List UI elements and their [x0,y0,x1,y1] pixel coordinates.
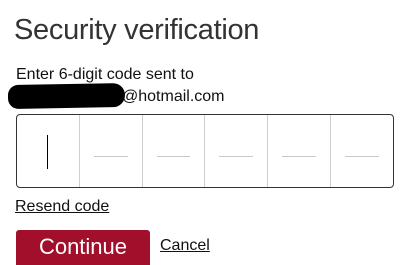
text-caret [47,135,48,169]
cancel-link[interactable]: Cancel [160,237,210,255]
code-digit-1[interactable] [17,115,79,187]
verification-code-input[interactable] [16,114,394,188]
security-verification-page: Security verification Enter 6-digit code… [0,0,417,265]
code-digit-6[interactable] [330,115,393,187]
digit-placeholder-dash [282,156,317,157]
code-digit-2[interactable] [78,115,142,187]
code-digit-3[interactable] [141,115,205,187]
email-domain: @hotmail.com [122,88,225,105]
code-digit-5[interactable] [267,115,330,187]
page-title: Security verification [14,14,260,46]
digit-placeholder-dash [219,156,254,157]
digit-placeholder-dash [156,156,191,157]
code-digit-4[interactable] [204,115,267,187]
continue-button[interactable]: Continue [16,230,150,265]
code-instructions: Enter 6-digit code sent to [16,66,194,83]
redacted-email-user [7,82,126,110]
email-address: @hotmail.com [7,82,225,110]
digit-placeholder-dash [345,156,379,157]
resend-code-link[interactable]: Resend code [15,198,109,216]
digit-placeholder-dash [93,156,128,157]
